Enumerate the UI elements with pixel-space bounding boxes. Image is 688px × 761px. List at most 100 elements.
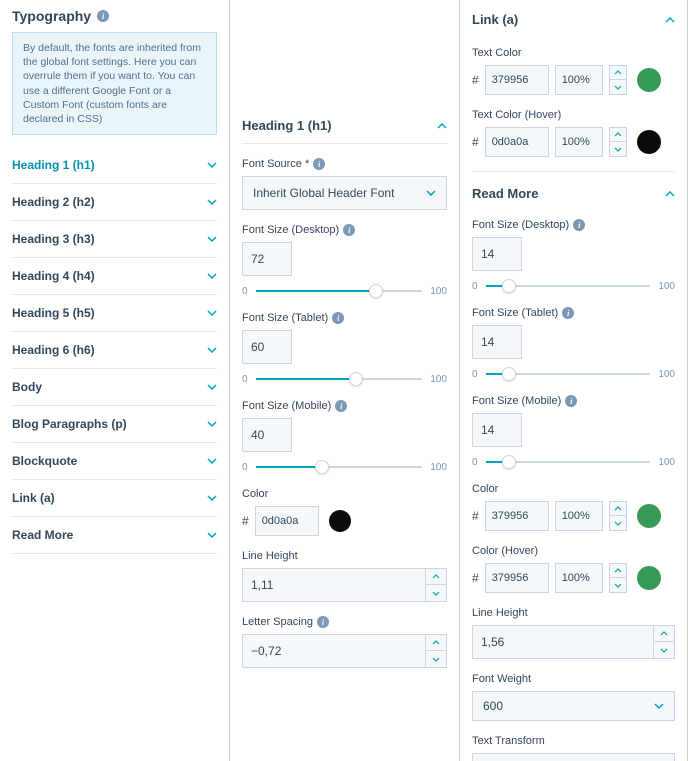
line-height-stepper[interactable] [425,568,447,602]
fs-tablet-slider[interactable] [256,372,423,386]
label: Font Size (Desktop) [242,224,339,236]
info-icon[interactable]: i [313,158,325,170]
color-hex-input[interactable] [485,501,549,531]
chevron-up-icon [665,191,675,197]
text-transform-select[interactable]: None [472,753,675,761]
color-swatch[interactable] [637,130,661,154]
section-title: Typography [12,8,91,24]
chevron-up-icon[interactable] [426,569,446,585]
field-letter-spacing: Letter Spacingi [242,616,447,668]
slider-max: 100 [430,286,447,297]
chevron-up-icon[interactable] [610,128,626,142]
color-swatch[interactable] [637,566,661,590]
fs-tablet-input[interactable] [242,330,292,364]
color-pct-input[interactable] [555,501,603,531]
chevron-down-icon [207,273,217,279]
fs-desktop-slider[interactable] [256,284,423,298]
chevron-up-icon[interactable] [610,66,626,80]
chevron-up-icon[interactable] [426,635,446,651]
text-color-hex-input[interactable] [485,65,549,95]
panel-readmore-head[interactable]: Read More [472,186,675,211]
letter-spacing-stepper[interactable] [425,634,447,668]
fs-mobile-input[interactable] [472,413,522,447]
font-source-select[interactable]: Inherit Global Header Font [242,176,447,210]
accordion-item: Body [12,369,217,406]
color-hover-pct-input[interactable] [555,563,603,593]
color-stepper[interactable] [609,501,627,531]
info-icon[interactable]: i [343,224,355,236]
field-text-color: Text Color # [472,47,675,95]
text-color-hover-stepper[interactable] [609,127,627,157]
chevron-down-icon[interactable] [610,142,626,156]
letter-spacing-input[interactable] [242,634,425,668]
accordion-header[interactable]: Heading 4 (h4) [12,258,217,294]
fs-mobile-slider[interactable] [256,460,423,474]
label: Text Color (Hover) [472,109,561,121]
chevron-up-icon[interactable] [610,564,626,578]
caret-down-icon [654,703,664,709]
slider-min: 0 [242,462,248,473]
color-swatch[interactable] [637,68,661,92]
fs-tablet-input[interactable] [472,325,522,359]
chevron-down-icon[interactable] [610,516,626,530]
text-color-stepper[interactable] [609,65,627,95]
line-height-input[interactable] [472,625,653,659]
panel-link-readmore: Link (a) Text Color # Text Color (Hover)… [460,0,688,761]
chevron-down-icon[interactable] [610,578,626,592]
accordion-item: Heading 3 (h3) [12,221,217,258]
line-height-stepper[interactable] [653,625,675,659]
accordion-item: Heading 6 (h6) [12,332,217,369]
chevron-down-icon[interactable] [426,651,446,667]
color-hex-input[interactable] [255,506,319,536]
info-icon[interactable]: i [565,395,577,407]
info-icon[interactable]: i [317,616,329,628]
panel-link-head[interactable]: Link (a) [472,8,675,37]
accordion-item: Heading 4 (h4) [12,258,217,295]
accordion-label: Blockquote [12,454,77,468]
accordion-header[interactable]: Heading 1 (h1) [12,147,217,183]
chevron-down-icon[interactable] [610,80,626,94]
fs-mobile-input[interactable] [242,418,292,452]
chevron-up-icon[interactable] [654,626,674,642]
accordion-item: Blockquote [12,443,217,480]
fs-desktop-input[interactable] [472,237,522,271]
accordion-header[interactable]: Blockquote [12,443,217,479]
accordion-header[interactable]: Read More [12,517,217,553]
accordion-label: Heading 6 (h6) [12,343,95,357]
fs-desktop-input[interactable] [242,242,292,276]
info-icon[interactable]: i [332,312,344,324]
color-swatch[interactable] [329,510,351,532]
color-hover-hex-input[interactable] [485,563,549,593]
accordion-header[interactable]: Link (a) [12,480,217,516]
accordion-header[interactable]: Blog Paragraphs (p) [12,406,217,442]
line-height-input[interactable] [242,568,425,602]
slider-min: 0 [472,457,478,468]
text-color-hover-hex-input[interactable] [485,127,549,157]
color-swatch[interactable] [637,504,661,528]
text-color-hover-pct-input[interactable] [555,127,603,157]
fs-mobile-slider[interactable] [486,455,651,469]
fs-desktop-slider[interactable] [486,279,651,293]
text-color-pct-input[interactable] [555,65,603,95]
accordion-header[interactable]: Heading 6 (h6) [12,332,217,368]
chevron-down-icon[interactable] [654,642,674,658]
chevron-down-icon[interactable] [426,585,446,601]
info-icon[interactable]: i [335,400,347,412]
field-color: Color # [242,488,447,536]
font-weight-select[interactable]: 600 [472,691,675,721]
info-icon[interactable]: i [97,10,109,22]
chevron-down-icon [207,162,217,168]
field-text-transform: Text Transform None [472,735,675,761]
accordion-header[interactable]: Body [12,369,217,405]
color-hover-stepper[interactable] [609,563,627,593]
info-icon[interactable]: i [573,219,585,231]
accordion-header[interactable]: Heading 2 (h2) [12,184,217,220]
panel-h1-head[interactable]: Heading 1 (h1) [242,108,447,144]
accordion-item: Heading 2 (h2) [12,184,217,221]
chevron-up-icon[interactable] [610,502,626,516]
accordion-header[interactable]: Heading 5 (h5) [12,295,217,331]
info-icon[interactable]: i [562,307,574,319]
fs-tablet-slider[interactable] [486,367,651,381]
accordion-label: Blog Paragraphs (p) [12,417,127,431]
accordion-header[interactable]: Heading 3 (h3) [12,221,217,257]
